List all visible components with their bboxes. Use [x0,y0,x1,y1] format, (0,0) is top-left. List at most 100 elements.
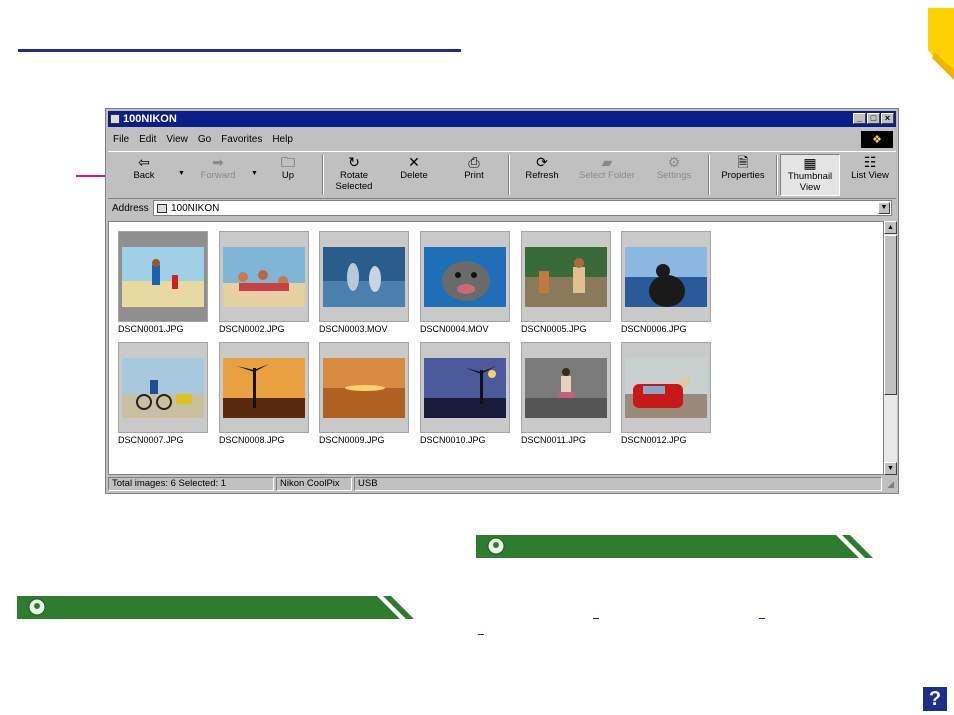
thumbnail-item[interactable]: DSCN0011.JPG [521,342,611,445]
refresh-button[interactable]: ⟳ Refresh [514,154,570,196]
thumbnail-filename: DSCN0004.MOV [420,324,489,334]
thumbnail-frame[interactable] [621,342,711,433]
folder-icon [110,114,120,124]
thumbnail-filename: DSCN0012.JPG [621,435,687,445]
forward-button[interactable]: ➡ Forward [190,154,246,196]
thumbnail-item[interactable]: DSCN0009.JPG [319,342,409,445]
close-button[interactable]: × [881,113,894,124]
rotate-label-line1: Rotate [340,170,368,181]
scroll-up-icon[interactable]: ▲ [884,221,897,234]
thumbnail-frame[interactable] [319,231,409,322]
properties-label: Properties [721,170,765,181]
menu-view[interactable]: View [166,134,188,145]
address-dropdown-icon[interactable]: ▼ [878,202,890,214]
thumbnail-frame[interactable] [219,342,309,433]
delete-icon: ✕ [408,154,420,170]
top-rule [18,49,461,52]
address-value: 100NIKON [171,202,220,214]
address-bar: Address 100NIKON ▼ [108,199,896,217]
thumbnail-item[interactable]: DSCN0006.JPG [621,231,711,334]
photo-red-car-icon [625,357,707,418]
settings-button[interactable]: ⚙ Settings [646,154,702,196]
minimize-button[interactable]: _ [853,113,866,124]
thumbnail-frame[interactable] [521,231,611,322]
thumbnail-item[interactable]: DSCN0001.JPG [118,231,208,334]
menu-edit[interactable]: Edit [139,134,156,145]
window-title: 100NIKON [123,113,177,125]
select-folder-button[interactable]: ▰ Select Folder [574,154,640,196]
thumbnail-filename: DSCN0010.JPG [420,435,486,445]
resize-grip-icon[interactable]: ◢ [887,479,894,490]
toolbar-separator [508,155,510,195]
thumbnail-frame[interactable] [219,231,309,322]
thumbnail-label-line2: View [799,182,821,193]
select-folder-label: Select Folder [579,170,635,181]
photo-palm-dusk-icon [424,357,506,418]
vertical-scrollbar[interactable]: ▲ ▼ [884,221,897,475]
status-bar: Total images: 6 Selected: 1 Nikon CoolPi… [108,477,896,492]
forward-arrow-icon: ➡ [212,154,224,170]
up-button[interactable]: 🗀 Up [260,154,316,196]
status-image-count: Total images: 6 Selected: 1 [108,477,274,491]
refresh-label: Refresh [525,170,559,181]
thumbnail-item[interactable]: DSCN0002.JPG [219,231,309,334]
title-bar[interactable]: 100NIKON _ □ × [108,111,896,127]
address-field[interactable]: 100NIKON ▼ [153,200,892,216]
delete-label: Delete [400,170,428,181]
help-button[interactable]: ? [923,687,947,711]
menu-help[interactable]: Help [272,134,293,145]
toolbar-separator [708,155,710,195]
back-dropdown-icon[interactable]: ▼ [178,170,185,177]
list-view-button[interactable]: ☷ List View [842,154,898,196]
list-view-icon: ☷ [863,154,877,170]
thumbnail-frame[interactable] [420,342,510,433]
thumbnail-filename: DSCN0009.JPG [319,435,385,445]
thumbnail-frame[interactable] [420,231,510,322]
thumbnail-pane: DSCN0001.JPG DSCN0002.JPG DSCN0003.MOV DSCN… [108,221,884,475]
thumbnail-frame[interactable] [521,342,611,433]
refresh-icon: ⟳ [536,154,548,170]
thumbnail-frame[interactable] [319,342,409,433]
delete-button[interactable]: ✕ Delete [386,154,442,196]
rotate-icon: ↻ [348,154,360,170]
thumbnail-frame[interactable] [621,231,711,322]
list-view-label: List View [851,170,889,181]
thumbnail-filename: DSCN0006.JPG [621,324,687,334]
menu-favorites[interactable]: Favorites [221,134,262,145]
link-marker[interactable] [593,618,599,619]
link-marker[interactable] [759,618,765,619]
photo-beach-group-icon [223,246,305,307]
toolbar: ⇦ Back ▼ ➡ Forward ▼ 🗀 Up ↻ Rotate Selec… [108,151,896,199]
photo-cyclist-icon [122,357,204,418]
maximize-button[interactable]: □ [867,113,880,124]
up-label: Up [281,170,295,181]
thumbnail-frame[interactable] [118,342,208,433]
thumbnail-item[interactable]: DSCN0007.JPG [118,342,208,445]
forward-label: Forward [200,170,236,181]
menu-file[interactable]: File [113,134,129,145]
back-arrow-icon: ⇦ [138,154,150,170]
menu-go[interactable]: Go [198,134,211,145]
link-marker[interactable] [478,634,484,635]
thumbnail-item[interactable]: DSCN0012.JPG [621,342,711,445]
thumbnail-filename: DSCN0007.JPG [118,435,184,445]
thumbnail-item[interactable]: DSCN0005.JPG [521,231,611,334]
address-label: Address [112,202,149,214]
back-button[interactable]: ⇦ Back [116,154,172,196]
windows-logo-icon: ❖ [861,131,893,148]
thumbnail-label-line1: Thumbnail [787,171,833,182]
thumbnail-item[interactable]: DSCN0003.MOV [319,231,409,334]
thumbnail-item[interactable]: DSCN0008.JPG [219,342,309,445]
rotate-selected-button[interactable]: ↻ Rotate Selected [326,154,382,196]
thumbnail-frame[interactable] [118,231,208,322]
print-button[interactable]: ⎙ Print [446,154,502,196]
thumbnail-item[interactable]: DSCN0010.JPG [420,342,510,445]
scroll-thumb[interactable] [884,235,897,395]
properties-button[interactable]: 🗎 Properties [714,154,772,196]
thumbnail-view-button[interactable]: ▦ Thumbnail View [780,154,840,196]
photo-sea-person-icon [625,246,707,307]
scroll-down-icon[interactable]: ▼ [884,462,897,475]
photo-dolphins-icon [323,246,405,307]
forward-dropdown-icon[interactable]: ▼ [251,170,258,177]
thumbnail-item[interactable]: DSCN0004.MOV [420,231,510,334]
